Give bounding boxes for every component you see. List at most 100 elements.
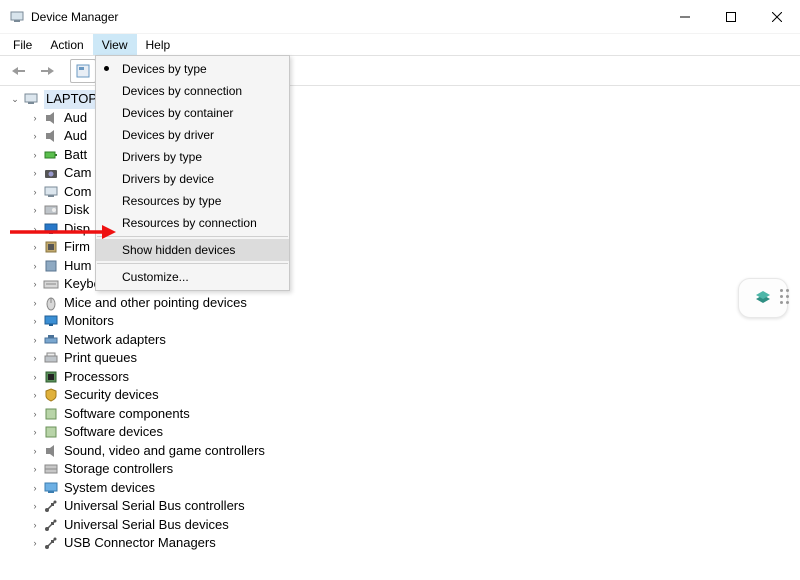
back-button[interactable] (6, 59, 32, 83)
tree-node[interactable]: › Software devices (28, 423, 800, 442)
tree-node[interactable]: › Universal Serial Bus controllers (28, 497, 800, 516)
expand-icon[interactable]: › (28, 333, 42, 347)
floating-helper-badge[interactable] (738, 278, 788, 318)
tree-node-label: Software devices (64, 423, 163, 442)
tree-node[interactable]: › Security devices (28, 386, 800, 405)
tree-node-label: Software components (64, 405, 190, 424)
tree-node[interactable]: › Universal Serial Bus devices (28, 516, 800, 535)
expand-icon[interactable]: › (28, 277, 42, 291)
menu-help[interactable]: Help (137, 34, 180, 55)
expand-icon[interactable]: › (28, 166, 42, 180)
menu-item[interactable]: Resources by connection (96, 212, 289, 234)
expand-icon[interactable]: › (28, 111, 42, 125)
usb-icon (43, 517, 59, 533)
tree-node[interactable]: › Software components (28, 405, 800, 424)
menu-item[interactable]: Devices by type (96, 58, 289, 80)
drag-grip-icon (780, 289, 789, 304)
menu-file[interactable]: File (4, 34, 41, 55)
expand-icon[interactable]: › (28, 203, 42, 217)
expand-icon[interactable]: › (28, 462, 42, 476)
menu-item-label: Drivers by type (122, 150, 202, 164)
tree-node-label: Security devices (64, 386, 159, 405)
tree-node[interactable]: › Print queues (28, 349, 800, 368)
component-icon (43, 406, 59, 422)
battery-icon (43, 147, 59, 163)
stack-icon (752, 287, 774, 309)
tree-node[interactable]: ›System devices (28, 479, 800, 498)
minimize-button[interactable] (662, 0, 708, 33)
tree-node[interactable]: ›Mice and other pointing devices (28, 294, 800, 313)
tree-node-label: Batt (64, 146, 87, 165)
expand-icon[interactable]: › (28, 185, 42, 199)
expand-icon[interactable]: › (28, 129, 42, 143)
menu-item-label: Resources by type (122, 194, 221, 208)
expand-icon[interactable]: › (28, 370, 42, 384)
expand-icon[interactable]: › (28, 425, 42, 439)
expand-icon[interactable]: › (28, 314, 42, 328)
expand-icon[interactable]: › (28, 240, 42, 254)
speaker-icon (43, 128, 59, 144)
printer-icon (43, 350, 59, 366)
disk-icon (43, 202, 59, 218)
menu-item-label: Devices by container (122, 106, 233, 120)
menu-item[interactable]: Devices by driver (96, 124, 289, 146)
expand-icon[interactable]: › (28, 296, 42, 310)
expand-icon[interactable]: › (28, 407, 42, 421)
tree-node[interactable]: ›Sound, video and game controllers (28, 442, 800, 461)
tree-node-label: Cam (64, 164, 91, 183)
expand-icon[interactable]: › (28, 444, 42, 458)
menu-item[interactable]: Drivers by device (96, 168, 289, 190)
expand-icon[interactable]: › (28, 518, 42, 532)
check-icon (104, 66, 109, 71)
menu-item[interactable]: Drivers by type (96, 146, 289, 168)
mouse-icon (43, 295, 59, 311)
tree-node-label: Universal Serial Bus devices (64, 516, 229, 535)
tree-node[interactable]: › Monitors (28, 312, 800, 331)
menu-separator (97, 236, 288, 237)
menu-separator (97, 263, 288, 264)
tree-node-label: Network adapters (64, 331, 166, 350)
menu-item[interactable]: Show hidden devices (96, 239, 289, 261)
maximize-button[interactable] (708, 0, 754, 33)
storage-icon (43, 461, 59, 477)
computer-icon (23, 91, 39, 107)
menu-item-label: Resources by connection (122, 216, 257, 230)
tree-node-label: Print queues (64, 349, 137, 368)
usb-icon (43, 535, 59, 551)
tree-node[interactable]: › Network adapters (28, 331, 800, 350)
usb-icon (43, 498, 59, 514)
forward-button[interactable] (34, 59, 60, 83)
menu-item[interactable]: Devices by container (96, 102, 289, 124)
component-icon (43, 424, 59, 440)
expand-icon[interactable]: › (28, 148, 42, 162)
menu-action[interactable]: Action (41, 34, 92, 55)
expand-icon[interactable]: › (28, 259, 42, 273)
titlebar: Device Manager (0, 0, 800, 34)
menu-item[interactable]: Resources by type (96, 190, 289, 212)
expand-icon[interactable]: › (28, 351, 42, 365)
annotation-arrow (10, 222, 118, 242)
system-icon (43, 480, 59, 496)
tree-node-label: Monitors (64, 312, 114, 331)
close-button[interactable] (754, 0, 800, 33)
cpu-icon (43, 369, 59, 385)
menu-view[interactable]: View (93, 34, 137, 55)
expand-icon[interactable]: › (28, 499, 42, 513)
menu-item[interactable]: Customize... (96, 266, 289, 288)
collapse-icon[interactable]: ⌄ (8, 92, 22, 106)
tree-node[interactable]: › Processors (28, 368, 800, 387)
tree-node-label: Universal Serial Bus controllers (64, 497, 245, 516)
tree-node-label: Processors (64, 368, 129, 387)
expand-icon[interactable]: › (28, 481, 42, 495)
tree-node[interactable]: ›USB Connector Managers (28, 534, 800, 553)
menu-item[interactable]: Devices by connection (96, 80, 289, 102)
app-icon (10, 10, 24, 24)
window-title: Device Manager (31, 10, 662, 24)
properties-button[interactable] (70, 59, 96, 83)
expand-icon[interactable]: › (28, 536, 42, 550)
camera-icon (43, 165, 59, 181)
tree-node-label: Com (64, 183, 91, 202)
expand-icon[interactable]: › (28, 388, 42, 402)
tree-node-label: Storage controllers (64, 460, 173, 479)
tree-node[interactable]: › Storage controllers (28, 460, 800, 479)
